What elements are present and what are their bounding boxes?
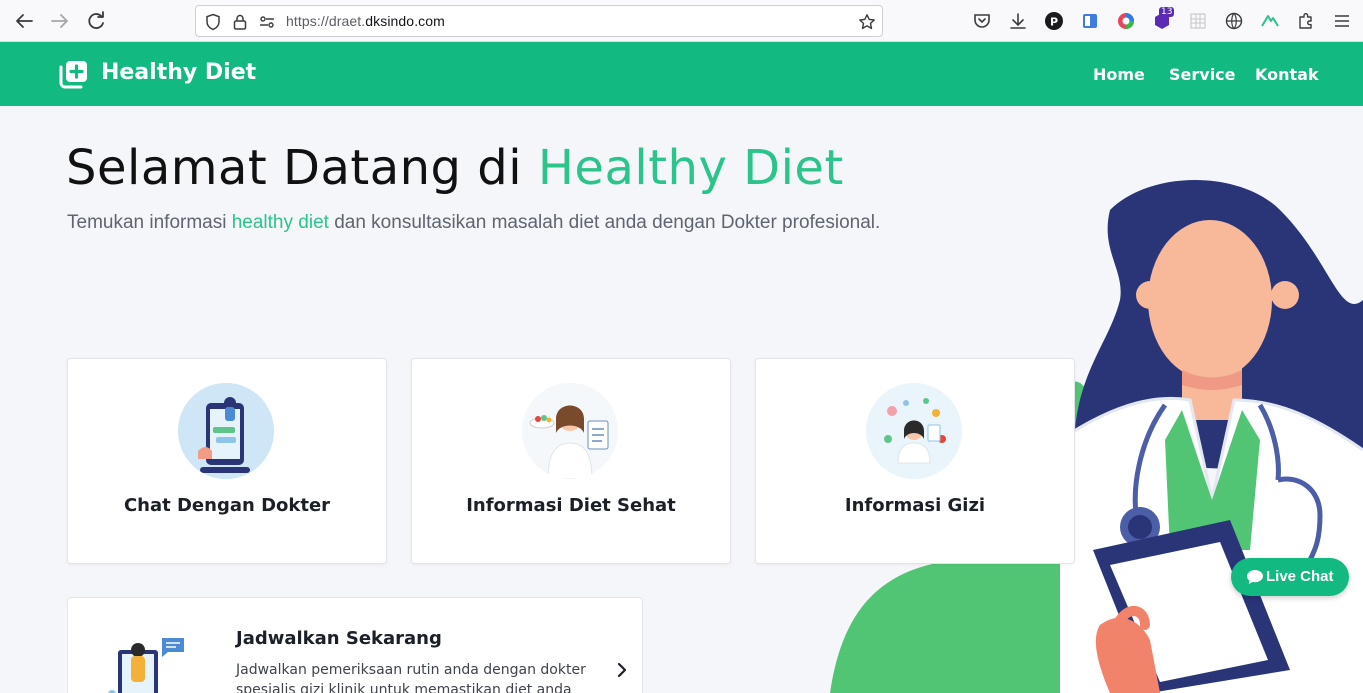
extension-p-icon[interactable]: P [1044,11,1064,31]
browser-toolbar: https://draet.dksindo.com P 13 [0,0,1363,42]
extension-grid-icon[interactable] [1188,11,1208,31]
nutrition-doctor-illustration-icon [866,383,962,479]
doctor-with-food-illustration-icon [522,383,618,479]
menu-hamburger-icon[interactable] [1332,11,1352,31]
url-text[interactable]: https://draet.dksindo.com [286,13,445,29]
chevron-right-icon[interactable] [614,660,630,680]
card-label: Chat Dengan Dokter [123,495,331,516]
extension-badge-count: 13 [1159,7,1175,17]
schedule-title: Jadwalkan Sekarang [236,628,442,649]
medical-plus-logo-icon[interactable] [58,58,90,90]
card-label: Informasi Gizi [844,495,986,516]
hero-subtitle: Temukan informasi healthy diet dan konsu… [67,212,881,233]
live-chat-button[interactable]: Live Chat [1231,558,1349,596]
back-arrow-icon[interactable] [12,9,36,33]
schedule-card[interactable]: Jadwalkan Sekarang Jadwalkan pemeriksaan… [67,597,643,693]
bookmark-star-icon[interactable] [858,13,876,31]
chat-bubble-icon [1247,570,1263,584]
hero-title: Selamat Datang di Healthy Diet [66,140,844,196]
permissions-icon[interactable] [258,13,276,31]
doctor-chat-phone-illustration-icon [178,383,274,479]
schedule-description: Jadwalkan pemeriksaan rutin anda dengan … [236,662,586,693]
extension-window-icon[interactable] [1080,11,1100,31]
nav-kontak[interactable]: Kontak [1255,65,1319,84]
card-label: Informasi Diet Sehat [466,495,676,516]
globe-icon[interactable] [1224,11,1244,31]
service-card-chat[interactable]: Chat Dengan Dokter [67,358,387,564]
nav-home[interactable]: Home [1093,65,1145,84]
pocket-icon[interactable] [972,11,992,31]
lock-icon[interactable] [231,13,249,31]
extensions-puzzle-icon[interactable] [1296,11,1316,31]
forward-arrow-icon[interactable] [48,9,72,33]
reload-icon[interactable] [84,9,108,33]
brand-name[interactable]: Healthy Diet [101,60,256,85]
service-card-diet[interactable]: Informasi Diet Sehat [411,358,731,564]
shield-icon[interactable] [204,13,222,31]
color-picker-icon[interactable] [1116,11,1136,31]
service-card-gizi[interactable]: Informasi Gizi [755,358,1075,564]
address-bar[interactable]: https://draet.dksindo.com [195,5,883,37]
nav-service[interactable]: Service [1169,65,1236,84]
vue-devtools-icon[interactable] [1260,11,1280,31]
site-header: Healthy Diet Home Service Kontak [0,42,1363,106]
live-chat-label: Live Chat [1266,568,1334,585]
download-icon[interactable] [1008,11,1028,31]
schedule-illustration-icon [108,638,184,693]
svg-text:P: P [1050,16,1058,29]
